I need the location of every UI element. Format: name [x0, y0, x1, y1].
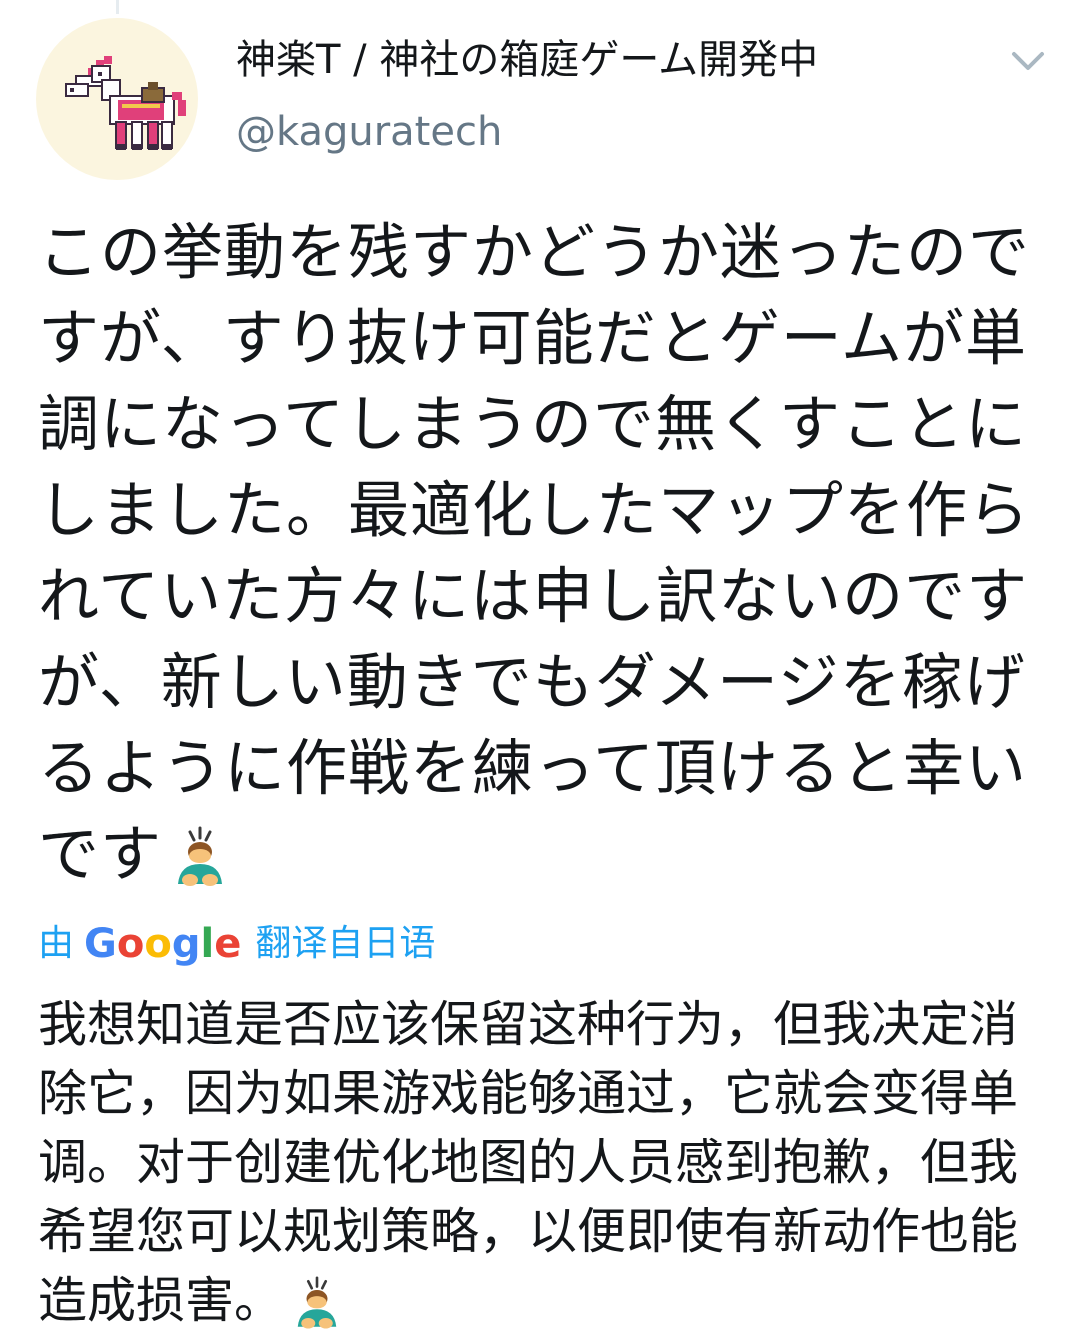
- person-bowing-icon: [297, 1275, 337, 1328]
- user-handle[interactable]: @kaguratech: [236, 106, 502, 158]
- chevron-down-icon[interactable]: [1006, 44, 1050, 80]
- tweet-detail: 神楽T / 神社の箱庭ゲーム開発中 @kaguratech この挙動を残すかどう…: [0, 0, 1065, 1341]
- tweet-body: この挙動を残すかどうか迷ったのですが、すり抜け可能だとゲームが単調になってしまう…: [38, 210, 1038, 898]
- translation-body: 我想知道是否应该保留这种行为，但我决定消除它，因为如果游戏能够通过，它就会变得单…: [38, 990, 1028, 1335]
- display-name[interactable]: 神楽T / 神社の箱庭ゲーム開発中: [236, 34, 818, 86]
- avatar[interactable]: [36, 18, 198, 180]
- tweet-text: この挙動を残すかどうか迷ったのですが、すり抜け可能だとゲームが単調になってしまう…: [38, 217, 1031, 890]
- google-logo: Google: [84, 921, 242, 967]
- thread-connector: [116, 0, 119, 14]
- translated-from-label: 翻译自日语: [255, 923, 436, 964]
- translation-attribution[interactable]: 由 Google 翻译自日语: [38, 916, 435, 972]
- person-bowing-icon: [178, 826, 223, 887]
- translated-by-prefix: 由: [38, 923, 75, 964]
- pixel-horse-icon: [65, 56, 186, 150]
- translation-text: 我想知道是否应该保留这种行为，但我决定消除它，因为如果游戏能够通过，它就会变得单…: [38, 996, 1019, 1329]
